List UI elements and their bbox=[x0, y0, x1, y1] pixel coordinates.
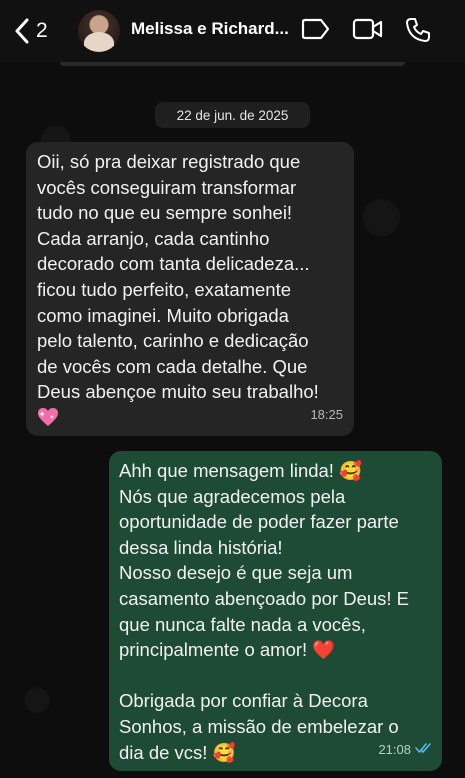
sparkling-heart-icon bbox=[37, 407, 59, 427]
video-call-icon[interactable] bbox=[352, 17, 384, 46]
message-text: Ahh que mensagem linda! 🥰 Nós que agrade… bbox=[119, 460, 410, 763]
chat-header: 2 Melissa e Richard... bbox=[0, 0, 465, 62]
avatar[interactable] bbox=[78, 10, 120, 52]
message-time: 21:08 bbox=[378, 742, 411, 758]
message-text: Oii, só pra deixar registrado que vocês … bbox=[37, 151, 319, 403]
pinned-strip bbox=[60, 62, 405, 66]
chat-screen: 2 Melissa e Richard... 22 de jun. de 202… bbox=[0, 0, 465, 778]
incoming-message-bubble[interactable]: Oii, só pra deixar registrado que vocês … bbox=[26, 142, 354, 436]
chevron-left-icon bbox=[14, 18, 30, 44]
message-time: 18:25 bbox=[310, 407, 343, 423]
label-icon[interactable] bbox=[301, 17, 331, 46]
unread-count: 2 bbox=[36, 19, 48, 42]
date-separator: 22 de jun. de 2025 bbox=[155, 102, 310, 128]
contact-name[interactable]: Melissa e Richard... bbox=[131, 19, 289, 39]
outgoing-message-bubble[interactable]: Ahh que mensagem linda! 🥰 Nós que agrade… bbox=[109, 451, 442, 771]
double-check-icon bbox=[415, 735, 433, 761]
phone-icon[interactable] bbox=[405, 17, 431, 48]
back-button[interactable]: 2 bbox=[14, 16, 48, 46]
